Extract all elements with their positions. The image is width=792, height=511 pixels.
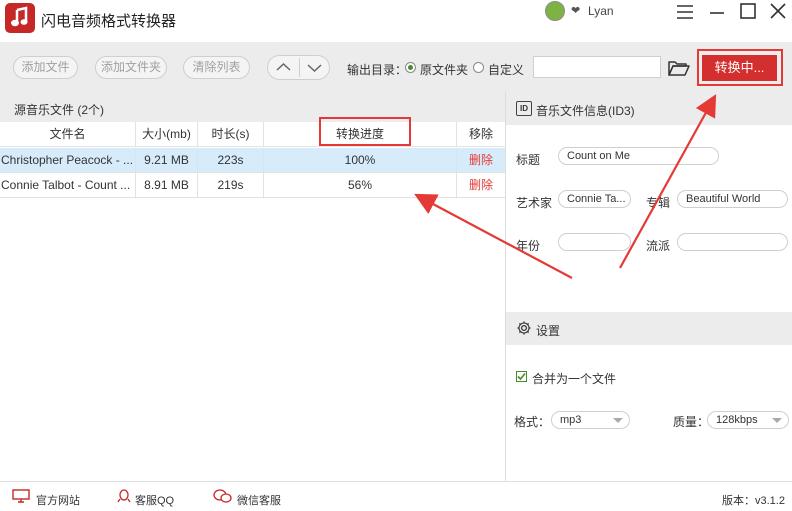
file-name-cell[interactable]: Christopher Peacock - ... <box>0 148 136 173</box>
file-size-cell: 9.21 MB <box>136 148 198 173</box>
output-path-input[interactable] <box>533 56 661 78</box>
output-dir-label: 输出目录： <box>347 63 408 77</box>
quality-select[interactable]: 128kbps <box>707 411 789 429</box>
format-select[interactable]: mp3 <box>551 411 630 429</box>
file-progress-cell: 56% <box>264 173 457 198</box>
id3-icon: ID <box>516 101 532 116</box>
heart-icon: ❤ <box>571 5 581 17</box>
id3-section-header: ID 音乐文件信息(ID3) <box>506 92 792 125</box>
open-folder-icon[interactable] <box>667 58 691 78</box>
close-icon[interactable] <box>767 1 789 23</box>
artist-field[interactable]: Connie Ta... <box>558 190 631 208</box>
annotation-highlight-progress <box>319 117 411 146</box>
format-label: 格式： <box>514 415 551 429</box>
merge-checkbox[interactable] <box>516 371 527 382</box>
file-duration-cell: 223s <box>198 148 264 173</box>
chevron-down-icon <box>772 418 782 423</box>
move-up-down-group <box>267 55 330 80</box>
file-progress-cell: 100% <box>264 148 457 173</box>
user-name[interactable]: Lyan <box>588 4 614 18</box>
delete-link[interactable]: 删除 <box>457 173 505 198</box>
radio-original-folder-label[interactable]: 原文件夹 <box>420 61 468 78</box>
add-file-button[interactable]: 添加文件 <box>13 56 78 79</box>
move-up-icon[interactable] <box>268 56 299 79</box>
wechat-support-link[interactable]: 微信客服 <box>237 492 281 508</box>
table-row[interactable]: Connie Talbot - Count ... 8.91 MB 219s 5… <box>0 173 505 198</box>
clear-list-button[interactable]: 清除列表 <box>183 56 250 79</box>
qq-support-link[interactable]: 客服QQ <box>135 492 174 508</box>
file-size-cell: 8.91 MB <box>136 173 198 198</box>
radio-custom-folder[interactable] <box>473 62 484 73</box>
column-header-remove: 移除 <box>468 127 493 141</box>
annotation-highlight-convert <box>697 49 783 86</box>
genre-label: 流派 <box>646 239 671 253</box>
chevron-down-icon <box>613 418 623 423</box>
title-field[interactable]: Count on Me <box>558 147 719 165</box>
qq-icon <box>117 489 133 503</box>
minimize-icon[interactable] <box>706 1 728 23</box>
delete-link[interactable]: 删除 <box>457 148 505 173</box>
move-down-icon[interactable] <box>300 56 330 79</box>
title-bar: 闪电音频格式转换器 ❤ Lyan <box>0 0 792 42</box>
toolbar: 添加文件 添加文件夹 清除列表 输出目录： 原文件夹 自定义 转换中... <box>0 42 792 92</box>
user-avatar[interactable] <box>545 1 565 21</box>
column-header-name[interactable]: 文件名 <box>0 122 136 147</box>
gear-icon <box>516 320 532 336</box>
year-label: 年份 <box>516 239 541 253</box>
official-website-link[interactable]: 官方网站 <box>36 492 80 508</box>
status-bar: 官方网站 客服QQ 微信客服 版本：v3.1.2 <box>0 481 792 511</box>
wechat-icon <box>213 489 232 503</box>
quality-label: 质量： <box>673 415 710 429</box>
add-folder-button[interactable]: 添加文件夹 <box>95 56 167 79</box>
info-panel: ID 音乐文件信息(ID3) 标题 Count on Me 艺术家 Connie… <box>506 92 792 481</box>
app-title: 闪电音频格式转换器 <box>41 13 177 30</box>
album-field[interactable]: Beautiful World <box>677 190 788 208</box>
id3-section-title: 音乐文件信息(ID3) <box>536 104 635 118</box>
column-header-size[interactable]: 大小(mb) <box>136 122 198 147</box>
column-header-duration[interactable]: 时长(s) <box>198 122 264 147</box>
version-label: 版本：v3.1.2 <box>722 495 785 507</box>
format-select-value: mp3 <box>560 414 582 426</box>
maximize-icon[interactable] <box>737 1 759 23</box>
settings-section-header: 设置 <box>506 312 792 345</box>
file-list-panel: 源音乐文件 (2个) 文件名 大小(mb) 时长(s) 转换进度 移除 Chri… <box>0 92 505 481</box>
file-list-header: 源音乐文件 (2个) <box>0 92 505 122</box>
merge-label[interactable]: 合并为一个文件 <box>532 370 616 387</box>
radio-custom-folder-label[interactable]: 自定义 <box>488 61 524 78</box>
year-field[interactable] <box>558 233 631 251</box>
quality-select-value: 128kbps <box>716 414 758 426</box>
file-duration-cell: 219s <box>198 173 264 198</box>
monitor-icon <box>12 489 30 503</box>
settings-section-title: 设置 <box>536 324 561 338</box>
menu-icon[interactable] <box>674 1 696 23</box>
radio-original-folder[interactable] <box>405 62 416 73</box>
file-list-title: 源音乐文件 (2个) <box>14 103 105 117</box>
table-header-row: 文件名 大小(mb) 时长(s) 转换进度 移除 <box>0 122 505 147</box>
table-row[interactable]: Christopher Peacock - ... 9.21 MB 223s 1… <box>0 148 505 173</box>
genre-field[interactable] <box>677 233 788 251</box>
file-name-cell[interactable]: Connie Talbot - Count ... <box>0 173 136 198</box>
album-label: 专辑 <box>646 196 671 210</box>
app-logo-icon <box>5 3 35 33</box>
title-label: 标题 <box>516 153 541 167</box>
artist-label: 艺术家 <box>516 196 553 210</box>
